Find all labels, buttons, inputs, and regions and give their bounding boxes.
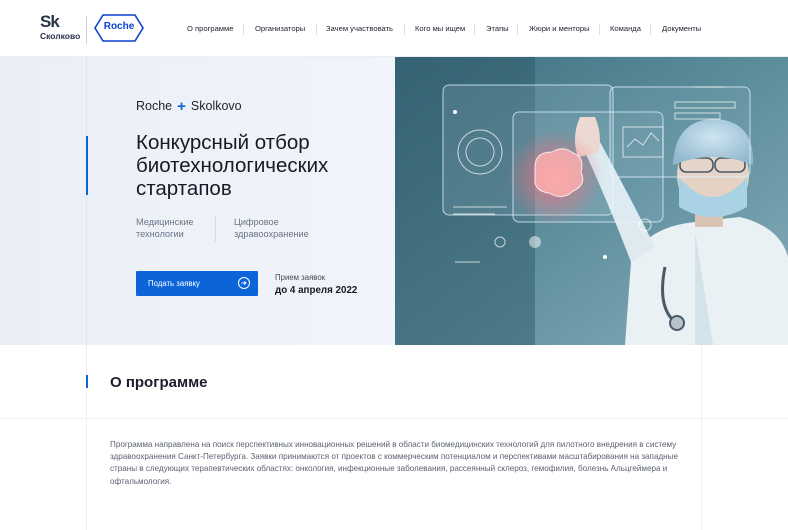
brand-line: Roche + Skolkovo [136, 97, 242, 115]
apply-button-label: Подать заявку [148, 279, 200, 288]
tag-medical-tech: Медицинские технологии [136, 217, 194, 239]
nav-separator [599, 24, 600, 35]
nav-item-documents[interactable]: Документы [662, 24, 701, 33]
section-accent-bar [86, 375, 88, 388]
nav-separator [474, 24, 475, 35]
nav-separator [404, 24, 405, 35]
nav-item-stages[interactable]: Этапы [486, 24, 509, 33]
skolkovo-logo-mark: Sk [40, 12, 60, 31]
logo-divider [86, 16, 87, 44]
nav-item-who-we-seek[interactable]: Кого мы ищем [415, 24, 465, 33]
apply-button[interactable]: Подать заявку [136, 271, 258, 296]
hero-section: Roche + Skolkovo Конкурсный отбор биотехно… [0, 57, 788, 345]
brand-roche: Roche [136, 99, 173, 113]
skolkovo-logo[interactable]: Sk Сколково [40, 12, 81, 44]
skolkovo-logo-word: Сколково [40, 31, 81, 41]
site-header: Sk Сколково Roche О программе Организато… [0, 0, 788, 57]
doctor-hologram-illustration [395, 57, 788, 345]
title-accent-bar [86, 136, 88, 195]
hero-image [395, 57, 788, 345]
grid-line [86, 57, 87, 345]
nav-separator [517, 24, 518, 35]
nav-item-about[interactable]: О программе [187, 24, 233, 33]
nav-separator [243, 24, 244, 35]
brand-skolkovo: Skolkovo [190, 99, 242, 113]
nav-item-team[interactable]: Команда [610, 24, 641, 33]
nav-item-why-join[interactable]: Зачем участвовать [326, 24, 393, 33]
nav-item-organizers[interactable]: Организаторы [255, 24, 305, 33]
nav-separator [316, 24, 317, 35]
section-divider [0, 418, 788, 419]
deadline-label: Прием заявок [275, 273, 326, 282]
roche-logo-text: Roche [103, 21, 135, 32]
grid-line [701, 345, 702, 530]
roche-logo[interactable]: Roche [94, 14, 144, 42]
nav-separator [650, 24, 651, 35]
grid-line [86, 345, 87, 530]
about-description: Программа направлена на поиск перспектив… [110, 440, 678, 486]
arrow-right-circle-icon [238, 277, 250, 289]
tag-digital-health: Цифровое здравоохранение [234, 217, 309, 239]
section-title: О программе [110, 374, 208, 391]
nav-item-jury[interactable]: Жюри и менторы [529, 24, 590, 33]
plus-icon: + [177, 98, 186, 115]
page-title: Конкурсный отбор биотехнологических стар… [136, 131, 329, 200]
tag-separator [215, 215, 216, 242]
deadline-date: до 4 апреля 2022 [275, 285, 358, 296]
